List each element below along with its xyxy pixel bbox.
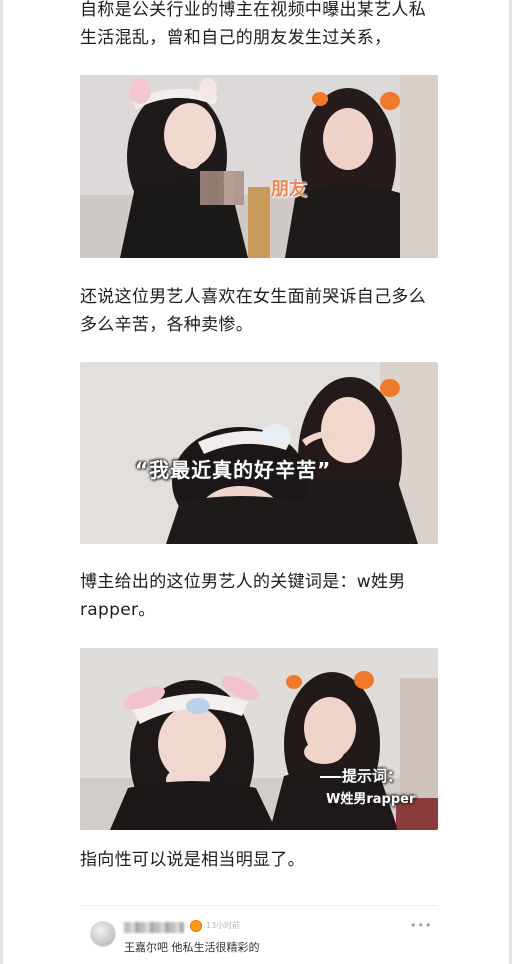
image-caption-friend: 朋友 (271, 179, 307, 200)
article-paragraph: 自称是公关行业的博主在视频中曝出某艺人私生活混乱，曾和自己的朋友发生过关系， (80, 0, 426, 48)
ellipsis-icon[interactable]: ••• (410, 919, 432, 932)
hint-arrow (320, 776, 342, 778)
comment-text: 王嘉尔吧 他私生活很精彩的 (124, 941, 260, 954)
comment-item[interactable]: 13小时前 ••• 王嘉尔吧 他私生活很精彩的 (80, 905, 440, 964)
blurred-username[interactable] (124, 922, 184, 933)
image-caption-hint-title: 提示词： (342, 767, 403, 785)
comment-divider (80, 905, 438, 906)
article-paragraph: 还说这位男艺人喜欢在女生面前哭诉自己多么多么辛苦，各种卖惨。 (80, 287, 426, 335)
article-paragraph: 博主给出的这位男艺人的关键词是：w姓男rapper。 (80, 572, 406, 620)
image-caption-quote: “我最近真的好辛苦” (135, 458, 332, 482)
article-image-2[interactable]: “我最近真的好辛苦” (80, 362, 438, 544)
comment-time: 13小时前 (206, 921, 241, 930)
image-caption-hint-body: W姓男rapper (326, 792, 416, 807)
article-image-3[interactable]: 提示词： W姓男rapper (80, 648, 438, 830)
avatar[interactable] (90, 921, 116, 947)
orange-badge-icon (190, 920, 202, 932)
article-paragraph: 指向性可以说是相当明显了。 (80, 850, 305, 870)
article-image-1[interactable]: 朋友 (80, 75, 438, 258)
page-edge-left (0, 0, 3, 964)
